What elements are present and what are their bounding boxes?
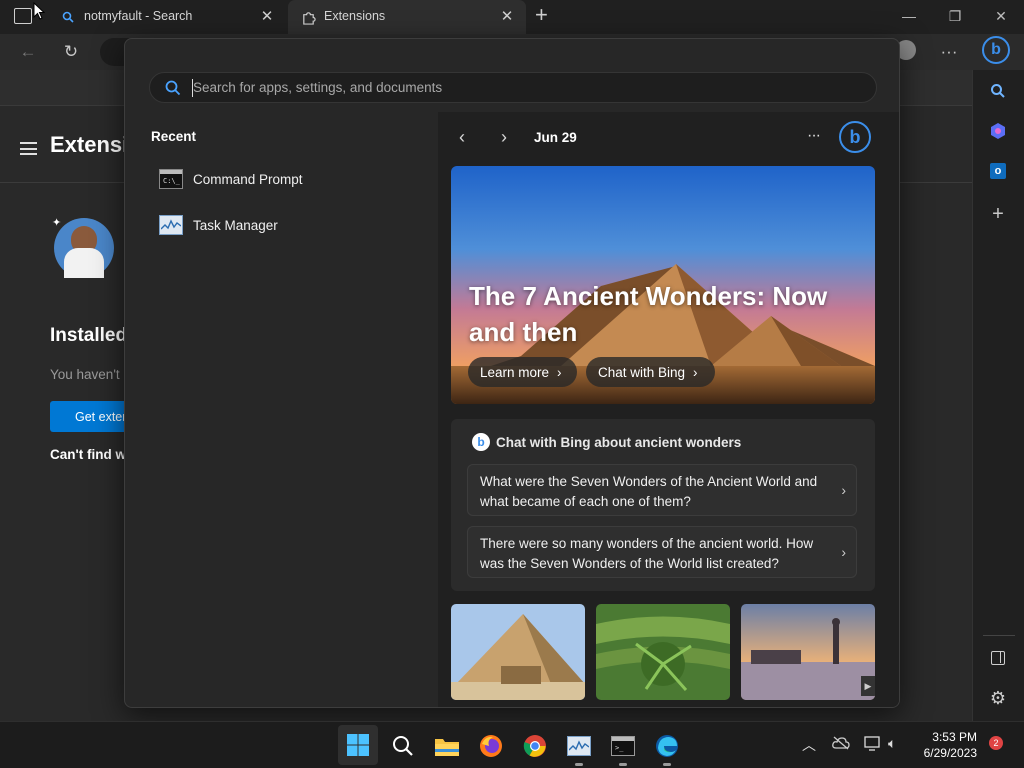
running-indicator <box>575 763 583 766</box>
bing-icon: b <box>472 433 490 451</box>
recent-item-label: Task Manager <box>193 217 278 233</box>
recent-item-task-manager[interactable]: Task Manager <box>159 212 278 238</box>
desktop: notmyfault - Search ✕ Extensions ✕ + — ❐… <box>0 0 1024 768</box>
previous-day-icon[interactable]: ‹ <box>459 127 465 148</box>
more-options-icon[interactable]: ··· <box>807 127 821 145</box>
scroll-right-icon[interactable]: ▶ <box>861 676 875 696</box>
notification-badge[interactable]: 2 <box>989 736 1003 750</box>
start-search-flyout: Search for apps, settings, and documents… <box>124 38 900 708</box>
get-extensions-button[interactable]: Get exten <box>50 401 130 432</box>
windows-logo-icon <box>347 734 369 756</box>
page-title: Extensi <box>50 132 129 157</box>
tab-actions-icon[interactable] <box>14 8 32 24</box>
chevron-right-icon: › <box>693 364 698 380</box>
file-explorer-icon[interactable] <box>432 731 462 761</box>
outlook-icon[interactable]: o <box>987 160 1009 182</box>
learn-more-label: Learn more <box>480 364 550 380</box>
search-icon[interactable] <box>388 731 418 761</box>
minimize-icon[interactable]: — <box>886 0 932 32</box>
close-tab-icon[interactable]: ✕ <box>258 7 276 25</box>
tab-extensions[interactable]: Extensions ✕ <box>288 0 526 34</box>
installed-heading: Installed <box>50 325 128 346</box>
thumbnail-harbor[interactable]: ▶ <box>741 604 875 700</box>
question-text: There were so many wonders of the ancien… <box>480 536 814 571</box>
recent-item-label: Command Prompt <box>193 171 303 187</box>
chat-with-bing-label: Chat with Bing <box>598 364 686 380</box>
chevron-right-icon: › <box>557 364 562 380</box>
recent-item-command-prompt[interactable]: C:\_ Command Prompt <box>159 166 303 192</box>
chat-question[interactable]: There were so many wonders of the ancien… <box>467 526 857 578</box>
task-manager-icon <box>159 215 183 235</box>
clock-time: 3:53 PM <box>932 730 977 744</box>
search-input[interactable]: Search for apps, settings, and documents <box>149 72 877 103</box>
tab-label: notmyfault - Search <box>84 9 193 23</box>
chat-question[interactable]: What were the Seven Wonders of the Ancie… <box>467 464 857 516</box>
recent-heading: Recent <box>151 129 197 144</box>
task-manager-icon[interactable] <box>564 731 594 766</box>
puzzle-icon <box>300 9 316 25</box>
command-prompt-icon[interactable]: >_ <box>608 731 638 766</box>
extensions-illustration <box>54 218 114 278</box>
next-day-icon[interactable]: › <box>501 127 507 148</box>
tab-search[interactable]: notmyfault - Search ✕ <box>48 0 286 34</box>
hero-title: The 7 Ancient Wonders: Now and then <box>469 281 828 347</box>
search-icon <box>165 80 181 96</box>
chrome-icon[interactable] <box>520 731 550 761</box>
chevron-right-icon: › <box>841 544 846 560</box>
taskbar: >_ ︿ 🔈︎ 3:53 PM 6/29/2023 <box>0 721 1024 768</box>
chevron-up-icon[interactable]: ︿ <box>802 735 816 755</box>
search-placeholder: Search for apps, settings, and documents <box>193 80 443 95</box>
clock[interactable]: 3:53 PM 6/29/2023 <box>924 729 977 761</box>
thumbnail-gardens[interactable] <box>596 604 730 700</box>
empty-state-text: You haven't <box>50 367 120 382</box>
volume-icon[interactable]: 🔈︎ <box>888 735 896 752</box>
settings-more-icon[interactable]: ··· <box>936 40 962 64</box>
bing-chat-card: b Chat with Bing about ancient wonders W… <box>451 419 875 591</box>
sparkle-icon: ✦ <box>52 217 62 229</box>
bing-copilot-button[interactable]: b <box>982 36 1010 64</box>
learn-more-button[interactable]: Learn more › <box>468 357 577 387</box>
onedrive-icon[interactable] <box>832 736 850 755</box>
search-icon <box>60 9 76 25</box>
question-text: What were the Seven Wonders of the Ancie… <box>480 474 818 509</box>
edge-icon[interactable] <box>652 731 682 766</box>
refresh-icon[interactable]: ↻ <box>58 40 84 64</box>
mouse-cursor-icon <box>33 2 45 20</box>
running-indicator <box>619 763 627 766</box>
start-button[interactable] <box>338 725 378 765</box>
running-indicator <box>663 763 671 766</box>
gear-icon[interactable]: ⚙ <box>987 687 1009 709</box>
browser-tab-strip: notmyfault - Search ✕ Extensions ✕ + — ❐… <box>0 0 1024 34</box>
chat-with-bing-button[interactable]: Chat with Bing › <box>586 357 715 387</box>
tab-label: Extensions <box>324 9 386 23</box>
hide-sidebar-icon[interactable] <box>987 647 1009 669</box>
add-icon[interactable]: + <box>987 203 1009 225</box>
bing-icon[interactable]: b <box>839 121 871 153</box>
back-icon[interactable]: ← <box>15 40 41 64</box>
copilot-icon[interactable] <box>987 120 1009 142</box>
chevron-right-icon: › <box>841 482 846 498</box>
clock-date: 6/29/2023 <box>923 746 977 760</box>
close-window-icon[interactable]: ✕ <box>978 0 1024 32</box>
firefox-icon[interactable] <box>476 731 506 761</box>
date-label: Jun 29 <box>534 130 577 145</box>
command-prompt-icon: C:\_ <box>159 169 183 189</box>
new-tab-button[interactable]: + <box>535 2 548 28</box>
network-icon[interactable] <box>864 736 882 757</box>
edge-sidebar: o + ⚙ <box>972 70 1024 721</box>
search-icon[interactable] <box>987 80 1009 102</box>
chat-card-title: Chat with Bing about ancient wonders <box>496 435 742 450</box>
restore-icon[interactable]: ❐ <box>932 0 978 32</box>
cant-find-text: Can't find wi <box>50 447 130 462</box>
sidebar-divider <box>983 635 1015 636</box>
close-tab-icon[interactable]: ✕ <box>498 7 516 25</box>
thumbnail-pyramid[interactable] <box>451 604 585 700</box>
hamburger-menu-icon[interactable] <box>20 142 37 155</box>
